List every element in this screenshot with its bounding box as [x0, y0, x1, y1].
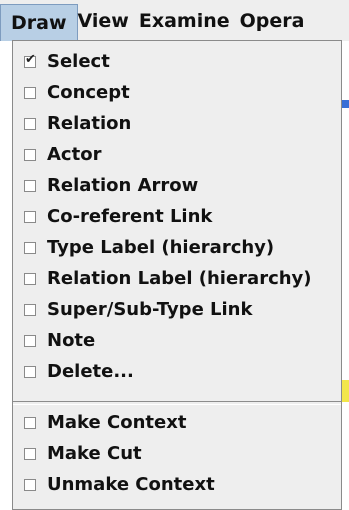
menu-item-label: Actor [47, 144, 102, 165]
menu-item-type-label[interactable]: Type Label (hierarchy) [13, 232, 341, 263]
menu-item-label: Relation Label (hierarchy) [47, 268, 312, 289]
menu-item-make-cut[interactable]: Make Cut [13, 438, 341, 469]
menu-item-super-sub-type-link[interactable]: Super/Sub-Type Link [13, 294, 341, 325]
menu-operations[interactable]: Opera [240, 0, 315, 41]
checkbox-icon-checked [24, 52, 36, 68]
checkbox-icon [24, 210, 36, 223]
menu-separator [13, 401, 341, 405]
menu-item-label: Concept [47, 82, 130, 103]
menu-bar: Draw View Examine Opera [0, 0, 349, 41]
checkbox-icon [24, 117, 36, 130]
menu-item-select[interactable]: Select [13, 46, 341, 77]
menu-item-delete[interactable]: Delete... [13, 356, 341, 387]
menu-item-label: Delete... [47, 361, 134, 382]
menu-item-unmake-context[interactable]: Unmake Context [13, 469, 341, 500]
menu-item-relation[interactable]: Relation [13, 108, 341, 139]
menu-item-label: Note [47, 330, 96, 351]
menu-item-co-referent-link[interactable]: Co-referent Link [13, 201, 341, 232]
menu-item-actor[interactable]: Actor [13, 139, 341, 170]
checkbox-icon [24, 365, 36, 378]
checkbox-icon [24, 447, 36, 460]
checkbox-icon [24, 86, 36, 99]
menu-item-concept[interactable]: Concept [13, 77, 341, 108]
menu-item-label: Relation Arrow [47, 175, 199, 196]
menu-item-label: Make Context [47, 412, 187, 433]
menu-item-label: Relation [47, 113, 132, 134]
checkbox-icon [24, 303, 36, 316]
menu-item-label: Super/Sub-Type Link [47, 299, 253, 320]
menu-examine[interactable]: Examine [139, 0, 240, 41]
menu-view[interactable]: View [78, 0, 139, 41]
menu-item-label: Co-referent Link [47, 206, 213, 227]
checkbox-icon [24, 334, 36, 347]
checkbox-icon [24, 478, 36, 491]
draw-menu-dropdown: Select Concept Relation Actor Relation A… [12, 40, 342, 510]
checkbox-icon [24, 241, 36, 254]
checkbox-icon [24, 416, 36, 429]
checkbox-icon [24, 179, 36, 192]
menu-item-label: Type Label (hierarchy) [47, 237, 275, 258]
menu-item-make-context[interactable]: Make Context [13, 407, 341, 438]
menu-item-label: Make Cut [47, 443, 142, 464]
menu-item-label: Unmake Context [47, 474, 215, 495]
checkbox-icon [24, 148, 36, 161]
menu-item-relation-arrow[interactable]: Relation Arrow [13, 170, 341, 201]
menu-item-label: Select [47, 51, 110, 72]
checkbox-icon [24, 272, 36, 285]
menu-item-note[interactable]: Note [13, 325, 341, 356]
menu-draw[interactable]: Draw [0, 4, 78, 41]
menu-item-relation-label[interactable]: Relation Label (hierarchy) [13, 263, 341, 294]
